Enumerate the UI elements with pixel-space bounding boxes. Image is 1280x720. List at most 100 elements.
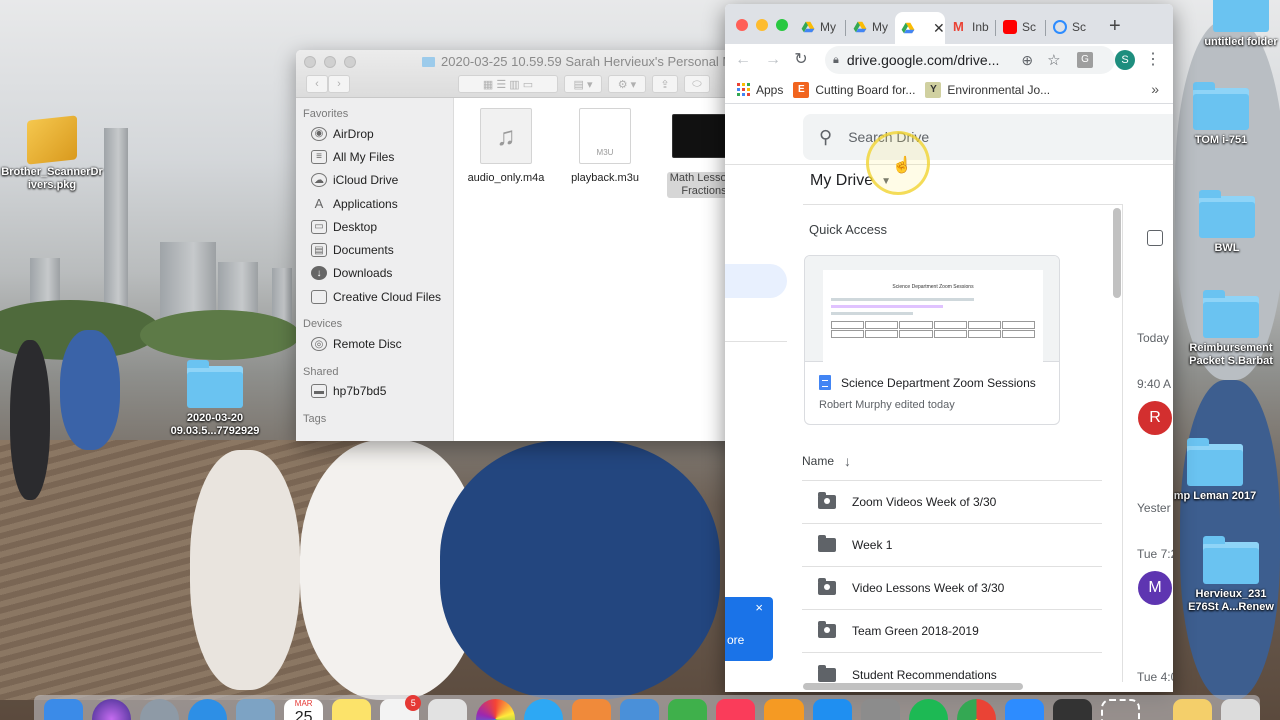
system-preferences-icon[interactable]	[860, 699, 900, 720]
launchpad-icon[interactable]	[140, 699, 180, 720]
photo-booth-icon[interactable]	[428, 699, 468, 720]
sidebar-item-downloads[interactable]: ↓ Downloads	[296, 262, 453, 285]
activity-avatar[interactable]: R	[1138, 401, 1172, 435]
sidebar-selected-item[interactable]	[725, 264, 787, 298]
reminders-icon[interactable]: 5	[380, 695, 422, 720]
music-icon[interactable]	[716, 699, 756, 720]
activity-avatar[interactable]: M	[1138, 571, 1172, 605]
sidebar-item-desktop[interactable]: ▭ Desktop	[296, 215, 453, 238]
sidebar-item-airdrop[interactable]: ◉ AirDrop	[296, 122, 453, 145]
notes-icon[interactable]	[332, 699, 372, 720]
mail-icon[interactable]	[236, 699, 276, 720]
vertical-scrollbar[interactable]	[1113, 208, 1121, 298]
tab-my-drive-2[interactable]: My	[847, 12, 893, 42]
lock-icon: 🔒︎	[833, 53, 839, 66]
photos-icon[interactable]	[476, 699, 516, 720]
tab-drive-active[interactable]: ✕	[895, 12, 945, 44]
view-mode-switcher[interactable]: ▦ ☰ ▥ ▭	[458, 75, 558, 93]
name-column-header[interactable]: Name ↓	[802, 453, 851, 469]
desktop-icon-brother-pkg[interactable]: Brother_ScannerDr ivers.pkg	[0, 115, 107, 192]
more-bookmarks-button[interactable]: »	[1151, 81, 1159, 97]
reload-icon[interactable]: ↻	[791, 50, 811, 70]
tag-icon[interactable]: ⬭	[684, 75, 710, 93]
terminal-icon[interactable]	[1052, 699, 1092, 720]
package-icon	[27, 115, 77, 165]
gear-icon[interactable]: ⚙ ▾	[608, 75, 646, 93]
back-arrow-icon[interactable]: ←	[733, 50, 753, 70]
tab-my-drive-1[interactable]: My	[795, 12, 841, 42]
messages-icon[interactable]	[524, 699, 564, 720]
numbers-icon[interactable]	[668, 699, 708, 720]
tab-zoom[interactable]: Sc	[1047, 12, 1093, 42]
desktop-icon-leman[interactable]: mp Leman 2017	[1160, 438, 1270, 503]
horizontal-scrollbar[interactable]	[803, 683, 1023, 690]
all-files-icon: ≡	[311, 149, 327, 164]
file-playback[interactable]: M3U playback.m3u	[555, 108, 655, 185]
minimize-button[interactable]	[324, 56, 336, 68]
quick-access-card[interactable]: Science Department Zoom Sessions Science…	[804, 255, 1060, 425]
music-note-icon: ♫	[480, 108, 532, 164]
install-icon[interactable]: ⊕	[1021, 52, 1033, 69]
bookmark-environmental[interactable]: Y Environmental Jo...	[925, 81, 1050, 98]
downloads-stack-icon[interactable]	[1172, 699, 1212, 720]
chrome-icon[interactable]	[956, 699, 996, 720]
new-tab-button[interactable]: +	[1109, 16, 1121, 36]
address-bar[interactable]: 🔒︎ drive.google.com/drive... ⊕ ☆	[825, 46, 1115, 74]
sidebar-item-hp7b7bd5[interactable]: ▬ hp7b7bd5	[296, 380, 453, 403]
tab-gmail[interactable]: M Inb	[947, 12, 993, 42]
snackbar-action[interactable]: ore	[727, 633, 744, 647]
siri-icon[interactable]	[92, 699, 132, 720]
app-store-icon[interactable]	[812, 699, 852, 720]
close-icon[interactable]: ×	[755, 600, 763, 615]
sidebar-item-icloud-drive[interactable]: ☁ iCloud Drive	[296, 169, 453, 192]
screenshot-icon[interactable]	[1100, 699, 1140, 720]
share-icon[interactable]: ⇪	[652, 75, 678, 93]
arrange-button[interactable]: ▤ ▾	[564, 75, 602, 93]
forward-button[interactable]: ›	[328, 75, 350, 93]
sidebar-item-all-my-files[interactable]: ≡ All My Files	[296, 145, 453, 168]
calendar-icon[interactable]: MAR 25	[284, 699, 324, 720]
minimize-button[interactable]	[756, 19, 768, 31]
trash-icon[interactable]	[1220, 699, 1260, 720]
bookmark-apps[interactable]: Apps	[737, 83, 783, 97]
tab-youtube[interactable]: Sc	[997, 12, 1043, 42]
file-audio-only[interactable]: ♫ audio_only.m4a	[456, 108, 556, 185]
file-row[interactable]: Video Lessons Week of 3/30	[802, 567, 1102, 610]
zoom-app-icon[interactable]	[1004, 699, 1044, 720]
zoom-button[interactable]	[344, 56, 356, 68]
safari-icon[interactable]	[188, 699, 228, 720]
spotify-icon[interactable]	[908, 699, 948, 720]
desktop-icon-bwl[interactable]: BWL	[1172, 190, 1280, 255]
star-icon[interactable]: ☆	[1047, 51, 1060, 69]
back-button[interactable]: ‹	[306, 75, 328, 93]
close-button[interactable]	[304, 56, 316, 68]
file-row[interactable]: Week 1	[802, 524, 1102, 567]
zoom-button[interactable]	[776, 19, 788, 31]
close-button[interactable]	[736, 19, 748, 31]
file-row[interactable]: Team Green 2018-2019	[802, 610, 1102, 653]
desktop-icon-zoom-folder[interactable]: 2020-03-20 09.03.5...7792929	[160, 360, 270, 438]
details-panel-icon[interactable]	[1147, 230, 1163, 246]
close-tab-icon[interactable]: ✕	[933, 20, 945, 37]
finder-titlebar[interactable]: 2020-03-25 10.59.59 Sarah Hervieux's Per…	[296, 50, 736, 98]
forward-arrow-icon[interactable]: →	[763, 50, 783, 70]
file-row[interactable]: Zoom Videos Week of 3/30	[802, 481, 1102, 524]
finder-icon[interactable]	[44, 699, 84, 720]
books-icon[interactable]	[764, 699, 804, 720]
grammarly-icon[interactable]: G	[1077, 52, 1093, 68]
sidebar-item-creative-cloud[interactable]: Creative Cloud Files	[296, 285, 453, 308]
desktop-icon-untitled-folder[interactable]: untitled folder	[1186, 0, 1280, 49]
bookmark-cutting-board[interactable]: E Cutting Board for...	[793, 81, 915, 98]
desktop-icon-tom[interactable]: TOM i-751	[1166, 82, 1276, 147]
sidebar-item-applications[interactable]: A Applications	[296, 192, 453, 215]
profile-avatar[interactable]: S	[1115, 50, 1135, 70]
desktop-icon-reimbursement[interactable]: Reimbursement Packet S.Barbat	[1176, 290, 1280, 368]
desktop-icon-hervieux[interactable]: Hervieux_231 E76St A...Renew	[1176, 536, 1280, 614]
sidebar-item-remote-disc[interactable]: ◎ Remote Disc	[296, 332, 453, 355]
keynote-icon[interactable]	[620, 699, 660, 720]
search-drive-input[interactable]: ⚲ Search Drive	[803, 114, 1173, 160]
pages-icon[interactable]	[572, 699, 612, 720]
sidebar-item-documents[interactable]: ▤ Documents	[296, 238, 453, 261]
file-math-lessons[interactable]: Math Lessons Fractions	[654, 108, 736, 198]
menu-kebab-icon[interactable]: ⋮	[1143, 50, 1163, 70]
